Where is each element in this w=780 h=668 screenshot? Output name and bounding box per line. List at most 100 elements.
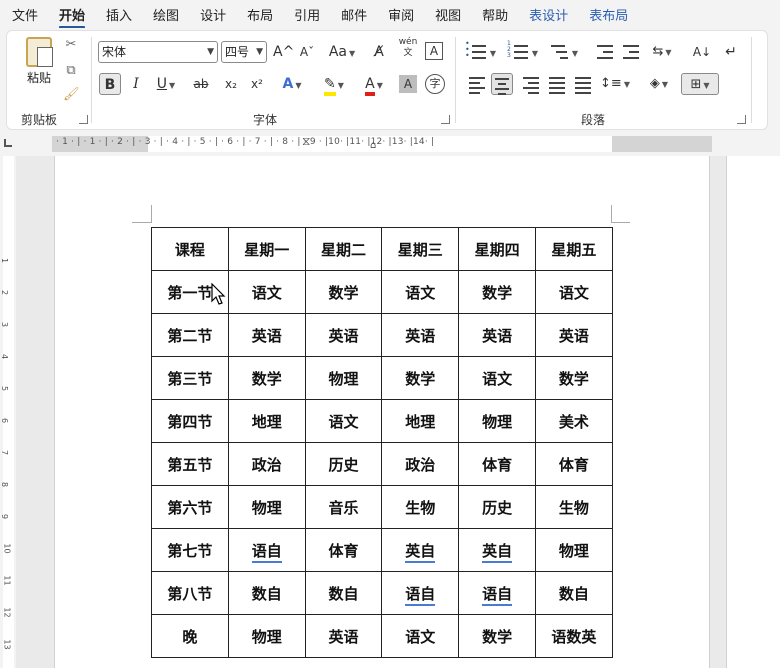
table-cell[interactable]: 英语: [227, 313, 306, 357]
justify-icon[interactable]: [545, 73, 567, 95]
table-cell[interactable]: 英语: [534, 313, 613, 357]
table-cell[interactable]: 第六节: [151, 485, 229, 529]
sort-icon[interactable]: A↓: [691, 41, 713, 63]
cut-icon[interactable]: ✂: [63, 37, 79, 53]
grow-font-button[interactable]: A^: [273, 41, 294, 63]
table-cell[interactable]: 语文: [458, 356, 536, 400]
font-size-select[interactable]: 四号 ▼: [221, 41, 267, 63]
table-cell[interactable]: 生物: [534, 485, 613, 529]
table-cell[interactable]: 语自: [227, 528, 306, 572]
tab-help[interactable]: 帮助: [482, 5, 508, 24]
table-cell[interactable]: 语自: [458, 571, 536, 615]
table-cell[interactable]: 星期五: [534, 227, 613, 271]
table-cell[interactable]: 数自: [227, 571, 306, 615]
table-cell[interactable]: 历史: [458, 485, 536, 529]
bold-button[interactable]: B: [99, 73, 121, 95]
tab-mailings[interactable]: 邮件: [341, 5, 367, 24]
align-left-icon[interactable]: [465, 73, 487, 95]
table-cell[interactable]: 英语: [458, 313, 536, 357]
table-cell[interactable]: 生物: [381, 485, 460, 529]
table-cell[interactable]: 语数英: [534, 614, 613, 658]
table-cell[interactable]: 美术: [534, 399, 613, 443]
table-cell[interactable]: 课程: [151, 227, 229, 271]
chevron-down-icon[interactable]: ▼: [569, 41, 579, 63]
clear-formatting-icon[interactable]: A̸: [369, 41, 389, 63]
character-border-button[interactable]: A: [425, 42, 443, 60]
table-cell[interactable]: 语文: [227, 270, 306, 314]
table-cell[interactable]: 晚: [151, 614, 229, 658]
chevron-down-icon[interactable]: ▼: [529, 41, 539, 63]
table-cell[interactable]: 语文: [381, 614, 460, 658]
clipboard-launcher-icon[interactable]: [79, 115, 88, 124]
tab-table-design[interactable]: 表设计: [529, 5, 568, 24]
borders-button[interactable]: ⊞ ▼: [681, 73, 719, 95]
highlight-button[interactable]: ✎ ▼: [317, 73, 351, 96]
text-effects-button[interactable]: A ▼: [277, 73, 307, 95]
table-cell[interactable]: 体育: [458, 442, 536, 486]
table-cell[interactable]: 政治: [227, 442, 306, 486]
paragraph-launcher-icon[interactable]: [737, 115, 746, 124]
table-cell[interactable]: 英语: [304, 313, 383, 357]
table-cell[interactable]: 第八节: [151, 571, 229, 615]
copy-icon[interactable]: ⧉: [63, 63, 79, 79]
table-cell[interactable]: 英语: [304, 614, 383, 658]
tab-references[interactable]: 引用: [294, 5, 320, 24]
table-cell[interactable]: 物理: [304, 356, 383, 400]
table-cell[interactable]: 历史: [304, 442, 383, 486]
chevron-down-icon[interactable]: ▼: [487, 41, 497, 63]
tab-layout[interactable]: 布局: [247, 5, 273, 24]
character-shading-button[interactable]: A: [399, 75, 417, 93]
table-cell[interactable]: 数学: [458, 614, 536, 658]
table-cell[interactable]: 星期四: [458, 227, 536, 271]
enclose-characters-button[interactable]: 字: [425, 74, 445, 94]
align-right-icon[interactable]: [519, 73, 541, 95]
chinese-layout-button[interactable]: ⇆ ▼: [647, 41, 677, 63]
table-cell[interactable]: 语文: [381, 270, 460, 314]
table-cell[interactable]: 第二节: [151, 313, 229, 357]
font-color-button[interactable]: A ▼: [359, 73, 389, 96]
table-cell[interactable]: 星期三: [381, 227, 460, 271]
right-indent-marker[interactable]: ⌂: [370, 140, 376, 151]
table-cell[interactable]: 物理: [458, 399, 536, 443]
table-cell[interactable]: 数学: [227, 356, 306, 400]
font-launcher-icon[interactable]: [441, 115, 450, 124]
table-cell[interactable]: 数自: [304, 571, 383, 615]
align-center-icon[interactable]: [491, 73, 513, 95]
tab-table-layout[interactable]: 表布局: [589, 5, 628, 24]
show-marks-icon[interactable]: ↵: [721, 41, 741, 63]
line-spacing-button[interactable]: ↕≡ ▼: [599, 73, 631, 95]
table-cell[interactable]: 第四节: [151, 399, 229, 443]
multilevel-list-icon[interactable]: [547, 41, 569, 63]
table-cell[interactable]: 政治: [381, 442, 460, 486]
distributed-icon[interactable]: [571, 73, 593, 95]
table-cell[interactable]: 地理: [381, 399, 460, 443]
table-cell[interactable]: 体育: [534, 442, 613, 486]
table-cell[interactable]: 物理: [227, 485, 306, 529]
superscript-button[interactable]: x²: [247, 73, 267, 95]
table-cell[interactable]: 英自: [381, 528, 460, 572]
decrease-indent-icon[interactable]: [593, 41, 615, 63]
table-cell[interactable]: 数学: [458, 270, 536, 314]
format-painter-icon[interactable]: 🖌: [63, 87, 80, 103]
table-cell[interactable]: 数学: [381, 356, 460, 400]
table-cell[interactable]: 第七节: [151, 528, 229, 572]
tab-file[interactable]: 文件: [12, 5, 38, 24]
table-cell[interactable]: 数学: [304, 270, 383, 314]
paste-button[interactable]: 粘贴: [19, 37, 59, 86]
tab-selector-icon[interactable]: [4, 139, 12, 147]
italic-button[interactable]: I: [127, 73, 145, 95]
tab-home[interactable]: 开始: [59, 5, 86, 29]
tab-view[interactable]: 视图: [435, 5, 461, 24]
table-cell[interactable]: 数自: [534, 571, 613, 615]
font-name-select[interactable]: 宋体 ▼: [98, 41, 218, 63]
table-cell[interactable]: 星期二: [304, 227, 383, 271]
first-line-indent-marker[interactable]: ⧖: [302, 134, 310, 149]
table-cell[interactable]: 物理: [534, 528, 613, 572]
shrink-font-button[interactable]: Aˇ: [297, 41, 317, 63]
table-cell[interactable]: 英语: [381, 313, 460, 357]
table-cell[interactable]: 地理: [227, 399, 306, 443]
increase-indent-icon[interactable]: [619, 41, 641, 63]
table-cell[interactable]: 物理: [227, 614, 306, 658]
table-cell[interactable]: 体育: [304, 528, 383, 572]
tab-draw[interactable]: 绘图: [153, 5, 179, 24]
